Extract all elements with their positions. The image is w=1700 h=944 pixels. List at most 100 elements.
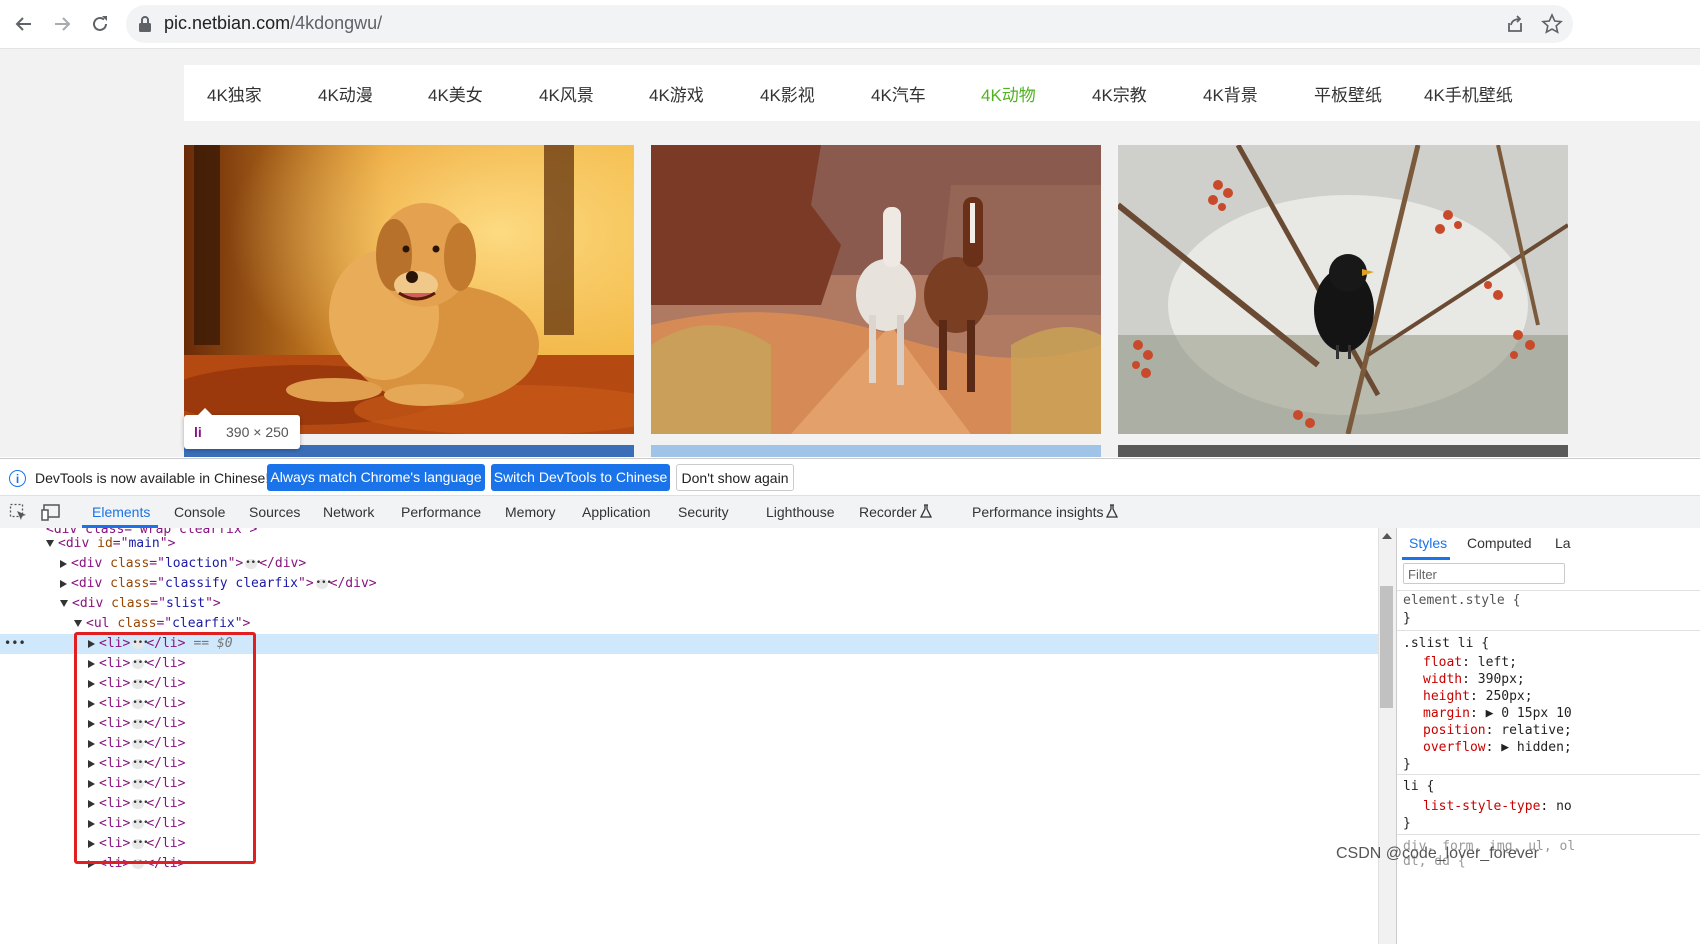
tag-name: div (78, 556, 103, 571)
attr-value: classify clearfix (164, 576, 298, 591)
rule1-prop-height[interactable]: height: 250px; (1423, 688, 1533, 705)
ellipsis-icon[interactable]: ••• (315, 578, 332, 589)
tab-security[interactable]: Security (678, 504, 729, 520)
rule1-selector[interactable]: .slist li { (1403, 635, 1489, 652)
tab-sources[interactable]: Sources (249, 504, 300, 520)
device-toolbar-icon[interactable] (41, 503, 63, 526)
styles-divider (1397, 590, 1700, 591)
rule2-close: } (1403, 816, 1411, 831)
dom-node-loaction[interactable]: <div class="loaction"> •••</div> (60, 554, 306, 574)
url-path: /4kdongwu/ (290, 13, 383, 33)
styles-divider (1397, 630, 1700, 631)
tab-lighthouse[interactable]: Lighthouse (766, 504, 835, 520)
dom-node-main[interactable]: <div id="main"> (46, 534, 175, 554)
rule1-prop-width[interactable]: width: 390px; (1423, 671, 1525, 688)
tag-name: div (65, 536, 90, 551)
category-nav: 4K独家 4K动漫 4K美女 4K风景 4K游戏 4K影视 4K汽车 4K动物 … (184, 65, 1700, 121)
tab-network[interactable]: Network (323, 504, 374, 520)
tag-name: div (78, 576, 103, 591)
attr-value: clearfix (172, 616, 235, 631)
rule1-prop-overflow[interactable]: overflow: ▶ hidden; (1423, 739, 1572, 756)
attr-value: slist (165, 596, 206, 611)
dom-node-classify[interactable]: <div class="classify clearfix"> •••</div> (60, 574, 377, 594)
infobar-message: DevTools is now available in Chinese! (35, 470, 270, 486)
collapse-triangle-icon[interactable] (60, 559, 67, 568)
dom-node-slist[interactable]: <div class="slist"> (60, 594, 221, 614)
tab-memory[interactable]: Memory (505, 504, 556, 520)
tab-elements[interactable]: Elements (92, 504, 150, 520)
styles-filter-input[interactable]: Filter (1403, 563, 1565, 584)
tab-performance-insights[interactable]: Performance insights (972, 504, 1104, 520)
attr-name: class (110, 556, 150, 571)
attr-name: class (117, 616, 157, 631)
styles-divider (1397, 834, 1700, 835)
styles-pane: Styles Computed La Filter element.style … (1396, 528, 1700, 944)
bookmark-star-icon[interactable] (1541, 13, 1563, 40)
gallery-image-blackbird[interactable] (1118, 145, 1568, 434)
tag-name: ul (93, 616, 110, 631)
styles-tab-indicator (1402, 557, 1450, 560)
ellipsis-icon[interactable]: ••• (245, 558, 261, 569)
nav-item-4k-exclusive[interactable]: 4K独家 (207, 81, 262, 106)
reload-icon[interactable] (86, 10, 114, 38)
gallery-image-dog[interactable] (184, 145, 634, 434)
scroll-up-arrow-icon[interactable] (1382, 532, 1392, 540)
attr-name: class (110, 576, 150, 591)
back-arrow-icon[interactable] (10, 10, 38, 38)
gallery-image-horses[interactable] (651, 145, 1101, 434)
nav-item-4k-film[interactable]: 4K影视 (760, 81, 815, 106)
collapse-triangle-icon[interactable] (60, 579, 67, 588)
url-text[interactable]: pic.netbian.com/4kdongwu/ (164, 13, 382, 34)
inspect-tooltip: li 390 × 250 (184, 408, 300, 449)
node-menu-dots-icon[interactable]: ••• (4, 636, 26, 650)
rule2-prop-list-style-type[interactable]: list-style-type: no (1423, 798, 1572, 815)
annotation-red-box (74, 632, 256, 864)
nav-item-4k-games[interactable]: 4K游戏 (649, 81, 704, 106)
rule2-selector[interactable]: li { (1403, 778, 1434, 795)
rule1-prop-position[interactable]: position: relative; (1423, 722, 1572, 739)
attr-name: class (111, 596, 151, 611)
rule1-prop-float[interactable]: float: left; (1423, 654, 1517, 671)
nav-item-4k-phone-wallpaper[interactable]: 4K手机壁纸 (1424, 81, 1513, 106)
nav-item-4k-backgrounds[interactable]: 4K背景 (1203, 81, 1258, 106)
nav-item-4k-scenery[interactable]: 4K风景 (539, 81, 594, 106)
tab-recorder[interactable]: Recorder (859, 504, 917, 520)
rule1-close: } (1403, 757, 1411, 772)
share-icon[interactable] (1505, 14, 1525, 39)
elements-dom-tree: ••• <div class="wrap clearfix"> <div id=… (0, 528, 1378, 944)
nav-item-4k-beauty[interactable]: 4K美女 (428, 81, 483, 106)
recorder-flask-icon (919, 504, 933, 523)
nav-item-4k-anime[interactable]: 4K动漫 (318, 81, 373, 106)
switch-devtools-chinese-button[interactable]: Switch DevTools to Chinese (491, 464, 670, 491)
always-match-language-button[interactable]: Always match Chrome's language (267, 464, 485, 491)
tab-styles[interactable]: Styles (1409, 535, 1447, 551)
tab-application[interactable]: Application (582, 504, 651, 520)
tab-computed[interactable]: Computed (1467, 535, 1532, 551)
nav-item-4k-cars[interactable]: 4K汽车 (871, 81, 926, 106)
expand-triangle-icon[interactable] (46, 540, 54, 547)
inspect-element-icon[interactable] (9, 503, 29, 526)
nav-item-4k-animals[interactable]: 4K动物 (981, 81, 1036, 106)
dom-node-ul[interactable]: <ul class="clearfix"> (74, 614, 250, 634)
gallery-image-partial-2[interactable] (651, 445, 1101, 457)
nav-item-tablet-wallpaper[interactable]: 平板壁纸 (1314, 81, 1382, 106)
forward-arrow-icon[interactable] (48, 10, 76, 38)
attr-value: loaction (164, 556, 228, 571)
tag-name: div (79, 596, 104, 611)
gallery-image-partial-3[interactable] (1118, 445, 1568, 457)
tab-performance[interactable]: Performance (401, 504, 481, 520)
tab-layout[interactable]: La (1555, 535, 1571, 551)
element-style-selector[interactable]: element.style { (1403, 592, 1520, 609)
expand-triangle-icon[interactable] (60, 600, 68, 607)
dont-show-again-button[interactable]: Don't show again (676, 464, 794, 491)
rule1-prop-margin[interactable]: margin: ▶ 0 15px 10 (1423, 705, 1572, 722)
url-host: pic.netbian.com (164, 13, 291, 33)
nav-item-4k-religion[interactable]: 4K宗教 (1092, 81, 1147, 106)
tab-console[interactable]: Console (174, 504, 225, 520)
element-style-close: } (1403, 611, 1411, 626)
tooltip-tag: li (194, 424, 202, 440)
styles-divider (1397, 774, 1700, 775)
lock-icon[interactable] (138, 15, 152, 38)
expand-triangle-icon[interactable] (74, 620, 82, 627)
elements-scrollbar-thumb[interactable] (1380, 586, 1393, 708)
